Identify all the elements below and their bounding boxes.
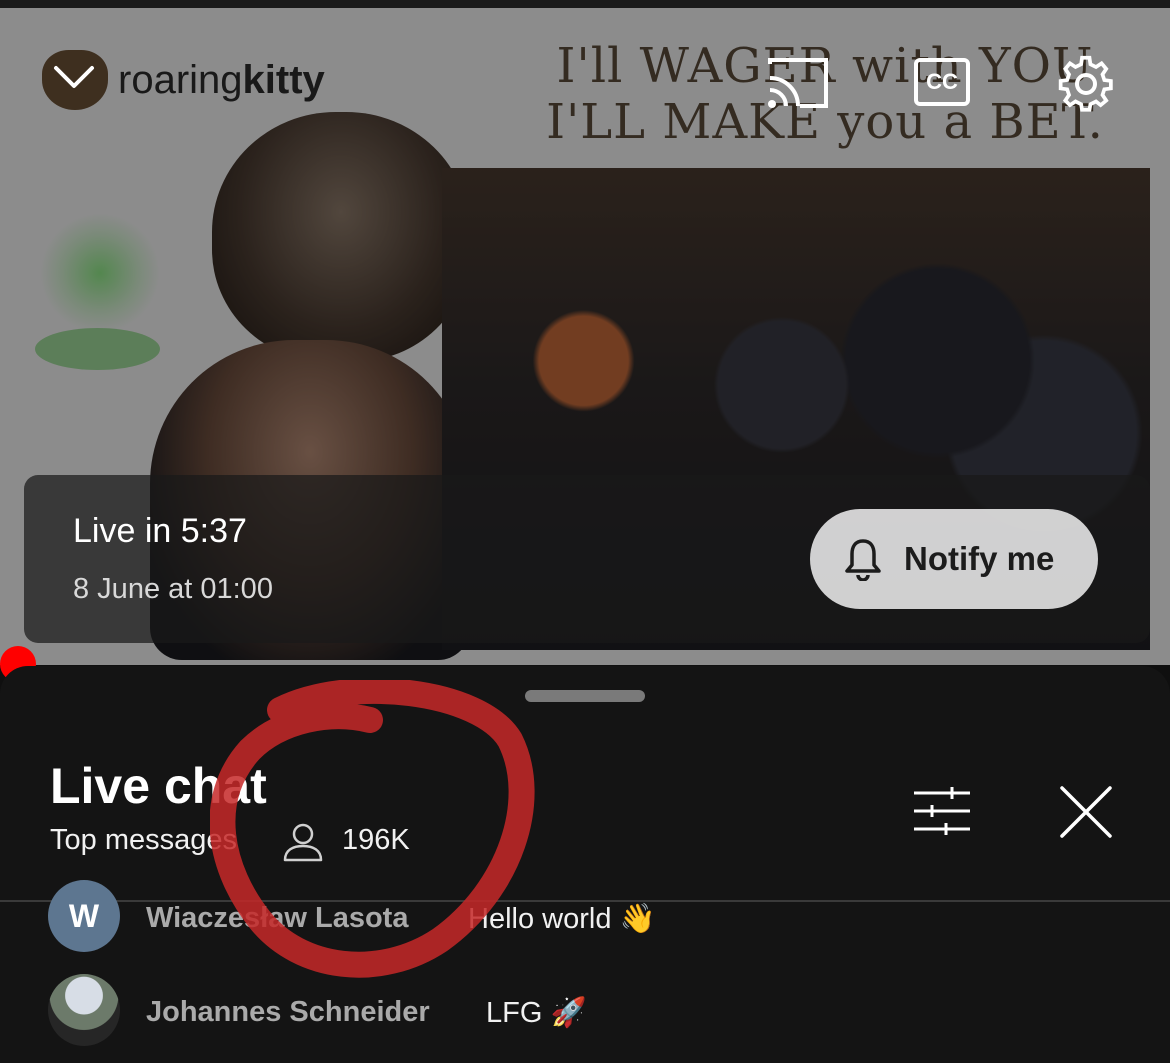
chat-message: W Wiaczesław Lasota Hello world 👋 [0,880,1170,960]
close-icon[interactable] [1058,784,1114,840]
filter-sliders-icon[interactable] [912,785,972,837]
chat-mode-selector[interactable]: Top messages [50,824,237,857]
chat-author[interactable]: Johannes Schneider [146,996,430,1029]
avatar[interactable] [48,974,120,1046]
scheduled-date: 8 June at 01:00 [73,573,273,605]
avatar[interactable]: W [48,880,120,952]
settings-gear-icon[interactable] [1056,54,1116,114]
viewer-count: 196K [342,824,410,856]
chat-author[interactable]: Wiaczesław Lasota [146,902,408,935]
live-countdown: Live in 5:37 [73,512,247,550]
cast-icon[interactable] [766,56,830,110]
live-chat-title: Live chat [50,758,267,814]
chat-text: Hello world 👋 [468,903,656,935]
video-player[interactable]: I'll WAGER with YOU I'LL MAKE you a BET.… [0,0,1170,665]
captions-icon[interactable]: CC [914,58,970,106]
chevron-down-icon[interactable] [52,62,96,92]
chat-text: LFG 🚀 [486,997,587,1029]
notify-me-label: Notify me [904,540,1055,577]
chat-message: Johannes Schneider LFG 🚀 [0,972,1170,1052]
notify-me-button[interactable]: Notify me [810,509,1098,609]
bell-icon [845,539,881,581]
person-icon [283,823,323,862]
drag-handle[interactable] [525,690,645,702]
